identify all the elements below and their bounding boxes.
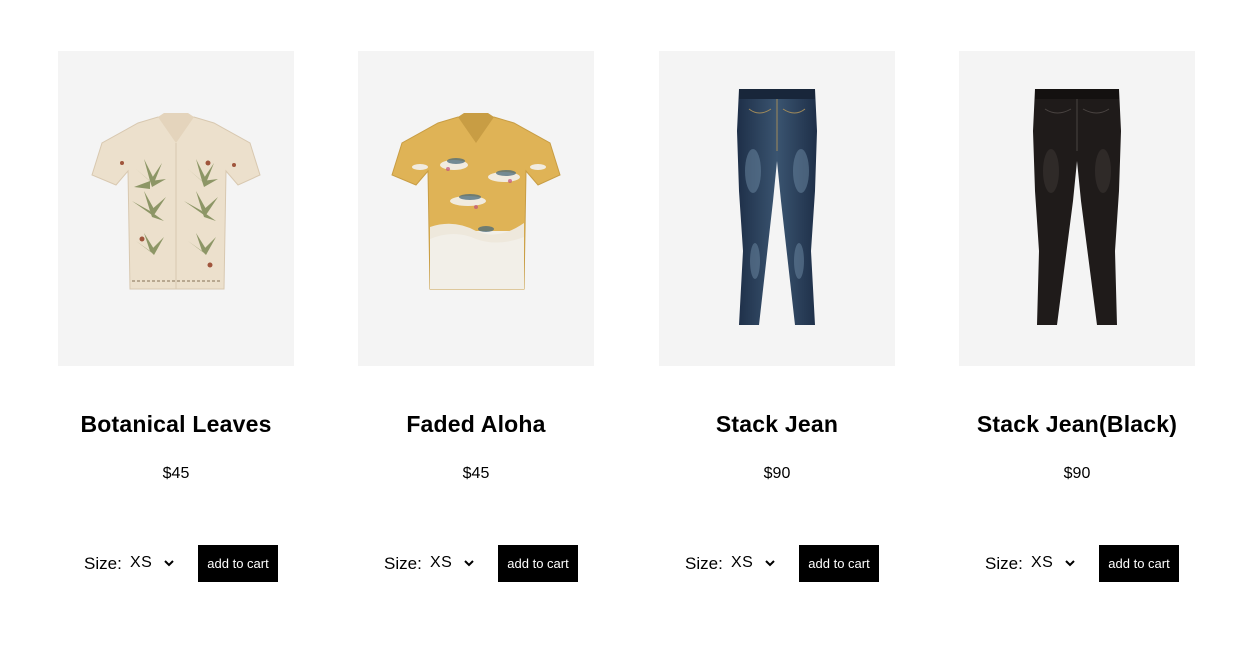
product-price: $45 xyxy=(162,465,190,482)
product-price: $90 xyxy=(763,465,791,482)
product-image[interactable] xyxy=(959,51,1195,366)
aloha-shirt-image xyxy=(391,113,561,290)
size-value: XS xyxy=(731,554,754,571)
product-image[interactable] xyxy=(659,51,895,366)
product-controls: Size: XS add to cart xyxy=(58,545,294,583)
size-label: Size: xyxy=(985,554,1023,573)
product-grid: Botanical Leaves $45 Size: XS add to car… xyxy=(0,0,1255,658)
size-select[interactable]: XS xyxy=(430,554,475,572)
product-controls: Size: XS add to cart xyxy=(358,545,594,583)
product-title[interactable]: Stack Jean xyxy=(619,411,935,438)
blue-jean-image xyxy=(737,89,817,325)
product-image[interactable] xyxy=(358,51,594,366)
add-to-cart-button[interactable]: add to cart xyxy=(498,545,578,582)
chevron-down-icon xyxy=(1065,560,1076,567)
size-select[interactable]: XS xyxy=(1031,554,1076,572)
size-select[interactable]: XS xyxy=(130,554,175,572)
product-card: Botanical Leaves $45 Size: XS add to car… xyxy=(58,51,294,582)
product-card: Stack Jean(Black) $90 Size: XS add to ca… xyxy=(959,51,1195,582)
size-value: XS xyxy=(430,554,453,571)
product-controls: Size: XS add to cart xyxy=(659,545,895,583)
add-to-cart-button[interactable]: add to cart xyxy=(1099,545,1179,582)
product-card: Stack Jean $90 Size: XS add to cart xyxy=(659,51,895,582)
product-title[interactable]: Faded Aloha xyxy=(318,411,634,438)
add-to-cart-button[interactable]: add to cart xyxy=(799,545,879,582)
product-title[interactable]: Stack Jean(Black) xyxy=(919,411,1235,438)
size-label: Size: xyxy=(84,554,122,573)
size-value: XS xyxy=(1031,554,1054,571)
black-jean-image xyxy=(1033,89,1121,325)
product-controls: Size: XS add to cart xyxy=(959,545,1195,583)
size-value: XS xyxy=(130,554,153,571)
add-to-cart-button[interactable]: add to cart xyxy=(198,545,278,582)
size-label: Size: xyxy=(685,554,723,573)
chevron-down-icon xyxy=(464,560,475,567)
product-title[interactable]: Botanical Leaves xyxy=(18,411,334,438)
size-label: Size: xyxy=(384,554,422,573)
chevron-down-icon xyxy=(164,560,175,567)
product-image[interactable] xyxy=(58,51,294,366)
chevron-down-icon xyxy=(765,560,776,567)
product-price: $90 xyxy=(1063,465,1091,482)
product-card: Faded Aloha $45 Size: XS add to cart xyxy=(358,51,594,582)
size-select[interactable]: XS xyxy=(731,554,776,572)
botanical-shirt-image xyxy=(91,113,261,290)
product-price: $45 xyxy=(462,465,490,482)
